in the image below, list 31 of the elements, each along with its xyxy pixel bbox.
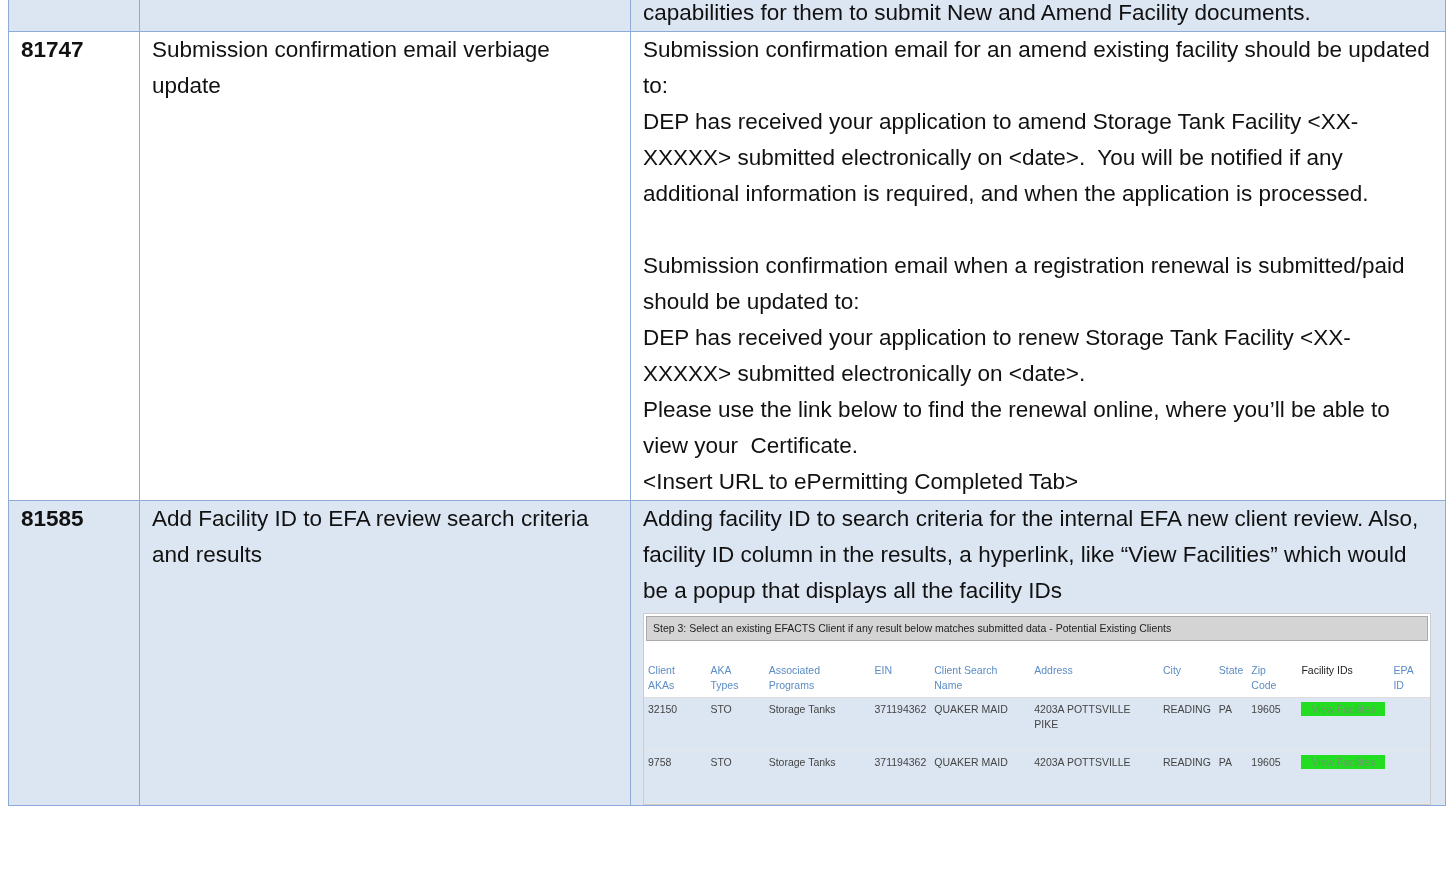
request-id: 81585 <box>21 506 84 531</box>
request-id: 81747 <box>21 37 84 62</box>
step-header: Step 3: Select an existing EFACTS Client if any result below matches submitted data - Potential Existing Clients <box>646 616 1428 641</box>
description-text: capabilities for them to submit New and Amend Facility documents. <box>643 0 1312 27</box>
description-text: Submission confirmation email when a registration renewal is submitted/paid should be updated to: <box>643 252 1406 316</box>
table-cell: Storage Tanks <box>768 703 836 715</box>
description-text: Please use the link below to find the renewal online, where you’ll be able to view your Certificate. <box>643 396 1391 460</box>
table-cell: STO <box>710 756 732 768</box>
description-text: DEP has received your application to renew Storage Tank Facility <XX-XXXXX> submitted electronically on <date>. <box>643 324 1352 388</box>
description-text: Adding facility ID to search criteria for the internal EFA new client review. Also, facility ID column in the results, a hyperlink, like “View Facilities” which would be a popup that displays all the facility IDs <box>643 505 1420 605</box>
table-cell: 4203A POTTSVILLE <box>1034 756 1131 768</box>
table-cell: READING <box>1163 756 1211 768</box>
table-cell: 19605 <box>1251 703 1281 715</box>
table-cell: QUAKER MAID <box>934 703 1008 715</box>
table-cell: 9758 <box>648 756 672 768</box>
description-text: Submission confirmation email for an amend existing facility should be updated to: <box>643 36 1431 100</box>
table-cell: 371194362 <box>874 756 927 768</box>
table-cell: 32150 <box>648 703 678 715</box>
table-cell: PA <box>1218 703 1233 715</box>
request-title: Add Facility ID to EFA review search criteria and results <box>152 506 589 567</box>
table-cell: READING <box>1163 703 1211 715</box>
table-cell: PA <box>1218 756 1233 768</box>
table-cell: Storage Tanks <box>768 756 836 768</box>
table-cell: 19605 <box>1251 756 1281 768</box>
table-cell: QUAKER MAID <box>934 756 1008 768</box>
description-text: <Insert URL to ePermitting Completed Tab> <box>643 468 1080 496</box>
request-title: Submission confirmation email verbiage update <box>152 37 550 98</box>
table-cell: STO <box>710 703 732 715</box>
table-cell: 371194362 <box>874 703 927 715</box>
description-text: DEP has received your application to amend Storage Tank Facility <XX-XXXXX> submitted electronically on <date>. You will be notified if any additional information is required, and when the application is processed. <box>643 108 1370 208</box>
table-cell: 4203A POTTSVILLE PIKE <box>1034 703 1131 730</box>
